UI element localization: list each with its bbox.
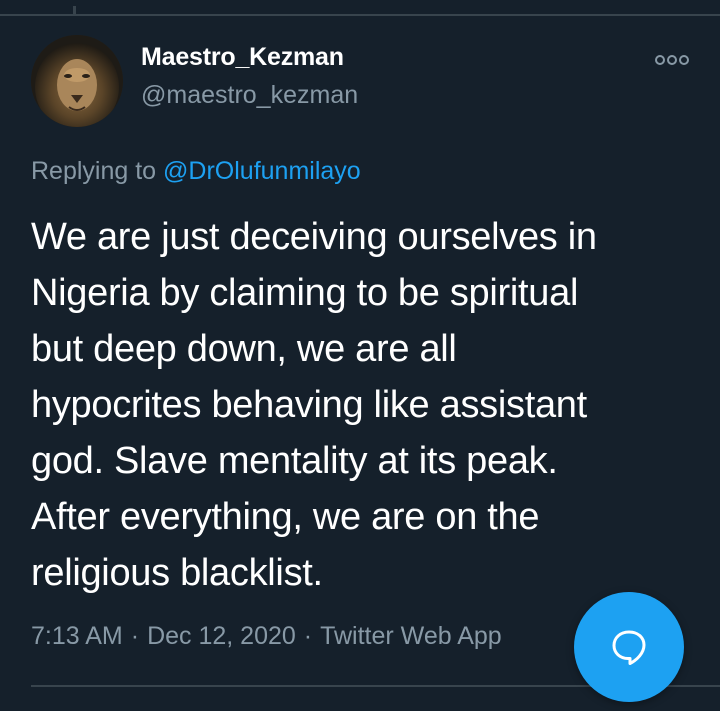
replying-to: Replying to @DrOlufunmilayo bbox=[31, 157, 361, 186]
avatar[interactable] bbox=[31, 35, 123, 127]
lion-avatar-icon bbox=[31, 35, 123, 127]
more-options-icon bbox=[655, 55, 689, 65]
tweet-text-line: hypocrites behaving like assistant bbox=[31, 384, 587, 426]
separator-dot: · bbox=[303, 622, 313, 650]
tweet-text-line: god. Slave mentality at its peak. bbox=[31, 440, 558, 482]
tweet-source[interactable]: Twitter Web App bbox=[320, 622, 502, 650]
tweet-text-line: After everything, we are on the bbox=[31, 496, 540, 538]
tweet-text-line: religious blacklist. bbox=[31, 552, 323, 594]
tweet-text-line: but deep down, we are all bbox=[31, 328, 457, 370]
tweet-date[interactable]: Dec 12, 2020 bbox=[147, 622, 296, 650]
tweet-text: We are just deceiving ourselves in Niger… bbox=[31, 209, 691, 601]
more-options-button[interactable] bbox=[650, 46, 694, 74]
thread-divider bbox=[0, 14, 720, 16]
replying-to-label: Replying to bbox=[31, 157, 157, 185]
author-handle[interactable]: @maestro_kezman bbox=[141, 81, 358, 110]
author-display-name[interactable]: Maestro_Kezman bbox=[141, 43, 344, 72]
tweet-time[interactable]: 7:13 AM bbox=[31, 622, 123, 650]
separator-dot: · bbox=[130, 622, 140, 650]
compose-reply-button[interactable] bbox=[574, 592, 684, 702]
tweet-metadata: 7:13 AM · Dec 12, 2020 · Twitter Web App bbox=[31, 622, 502, 651]
tweet-text-line: Nigeria by claiming to be spiritual bbox=[31, 272, 579, 314]
thread-connector bbox=[73, 6, 76, 15]
reply-bubble-icon bbox=[612, 630, 646, 665]
replying-to-mention[interactable]: @DrOlufunmilayo bbox=[163, 157, 361, 185]
tweet-text-line: We are just deceiving ourselves in bbox=[31, 216, 597, 258]
